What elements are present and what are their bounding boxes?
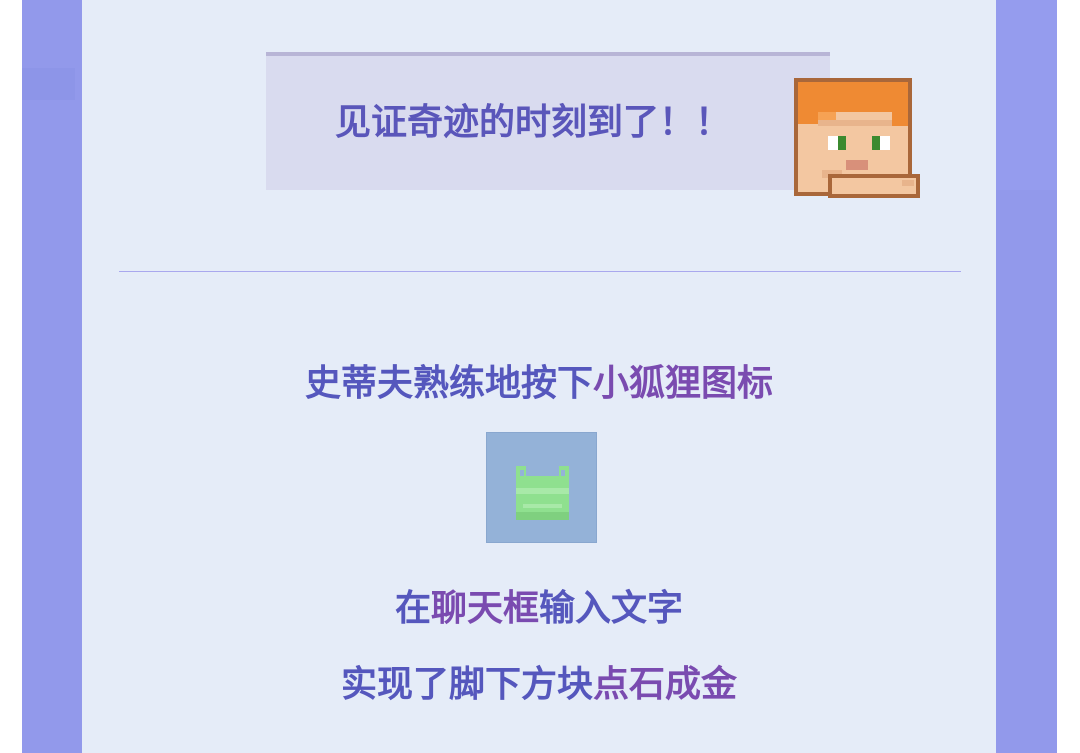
fox-ear-left-inner — [520, 470, 524, 476]
head-hair — [798, 82, 908, 112]
hair-left — [798, 112, 818, 124]
step-1-text-b: 小狐狸图标 — [593, 363, 774, 404]
step-3-text-a: 实现了脚下方块 — [340, 664, 593, 705]
speech-bubble: 见证奇迹的时刻到了！！ — [266, 56, 830, 190]
step-1-text-a: 史蒂夫熟练地按下 — [304, 363, 593, 404]
eye-left-green — [838, 136, 846, 150]
step-1-caption: 史蒂夫熟练地按下小狐狸图标 — [82, 356, 996, 412]
hair-highlight — [818, 112, 836, 120]
fox-icon-svg — [516, 466, 569, 520]
mouth — [846, 160, 868, 170]
frame-notch-left — [22, 68, 75, 100]
eye-left-white — [828, 136, 838, 150]
step-2-text-b: 聊天框 — [430, 588, 539, 629]
eye-right-green — [872, 136, 880, 150]
speech-bubble-text: 见证奇迹的时刻到了！！ — [334, 102, 731, 143]
step-2-text-c: 输入文字 — [539, 588, 684, 629]
hand-shade — [902, 180, 914, 186]
step-2-caption: 在聊天框输入文字 — [82, 581, 996, 637]
step-2-text-a: 在 — [394, 588, 431, 629]
fox-eye-band — [516, 488, 569, 494]
pixel-fox-icon — [486, 432, 597, 543]
alex-pixel-head-icon — [792, 76, 922, 201]
step-3-text-b: 点石成金 — [593, 664, 738, 705]
step-3-caption: 实现了脚下方块点石成金 — [82, 657, 996, 713]
alex-pixel-head-svg — [794, 78, 920, 198]
forehead-shade — [818, 120, 892, 126]
hair-right — [892, 112, 908, 126]
section-divider — [119, 271, 961, 272]
fox-snout — [523, 504, 562, 508]
frame-notch-right — [996, 0, 1057, 190]
eye-right-white — [880, 136, 890, 150]
fox-ear-right-inner — [561, 470, 565, 476]
fox-chin — [516, 512, 569, 520]
